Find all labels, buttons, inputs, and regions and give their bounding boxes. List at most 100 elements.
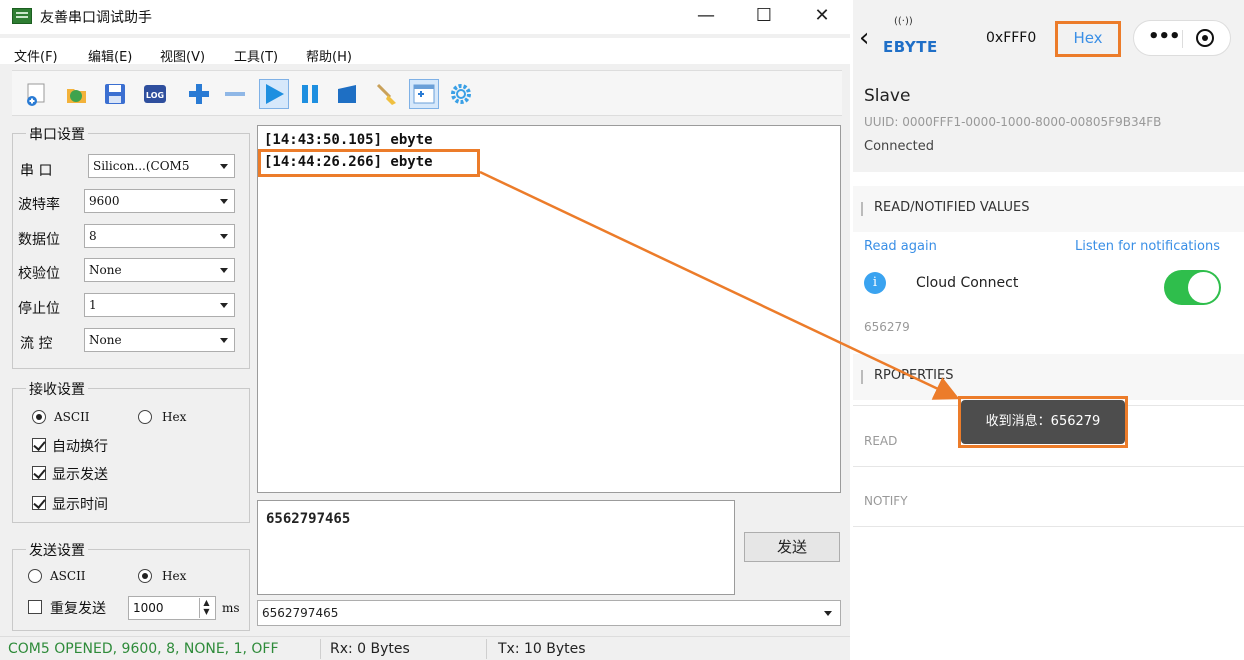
new-connection-icon[interactable] — [22, 79, 52, 109]
layout-icon[interactable] — [409, 79, 439, 109]
add-icon[interactable] — [184, 79, 214, 109]
cloud-connect-label: Cloud Connect — [916, 275, 1019, 291]
flow-label: 流 控 — [20, 336, 53, 352]
auto-wrap-checkbox[interactable] — [32, 438, 46, 452]
app-icon — [12, 8, 32, 24]
more-icon[interactable]: ••• — [1148, 26, 1181, 47]
pause-icon[interactable] — [295, 79, 325, 109]
divider — [853, 526, 1244, 527]
menu-tools[interactable]: 工具(T) — [234, 46, 278, 65]
receive-text-area[interactable]: [14:43:50.105] ebyte [14:44:26.266] ebyt… — [257, 125, 841, 493]
device-uuid: UUID: 0000FFF1-0000-1000-8000-00805F9B34… — [864, 115, 1162, 129]
port-value: Silicon...(COM5 — [93, 159, 190, 173]
rx-count: Rx: 0 Bytes — [330, 641, 410, 657]
tx-count: Tx: 10 Bytes — [498, 641, 586, 657]
screenshot-root: 友善串口调试助手 — ☐ ✕ 文件(F) 编辑(E) 视图(V) 工具(T) 帮… — [0, 0, 1244, 660]
chevron-down-icon — [220, 234, 228, 239]
device-name: Slave — [864, 86, 911, 106]
listen-notifications-link[interactable]: Listen for notifications — [1075, 239, 1220, 254]
log-icon-label: LOG — [146, 91, 164, 100]
settings-icon[interactable] — [446, 79, 476, 109]
read-property: READ — [864, 434, 898, 448]
chevron-down-icon — [824, 611, 832, 616]
status-divider — [320, 639, 321, 659]
notify-property: NOTIFY — [864, 494, 908, 508]
menu-help[interactable]: 帮助(H) — [306, 46, 352, 65]
play-icon[interactable] — [259, 79, 289, 109]
divider — [853, 466, 1244, 467]
brand-logo: EBYTE — [883, 38, 938, 56]
open-icon[interactable] — [62, 79, 92, 109]
device-status: Connected — [864, 139, 935, 154]
status-bar: COM5 OPENED, 9600, 8, NONE, 1, OFF Rx: 0… — [0, 636, 850, 660]
databits-label: 数据位 — [18, 232, 60, 248]
repeat-send-label: 重复发送 — [50, 601, 106, 617]
send-history-value: 6562797465 — [262, 606, 339, 620]
receive-line: [14:43:50.105] ebyte — [264, 132, 433, 148]
section-marker — [861, 202, 863, 216]
interval-value: 1000 — [133, 601, 164, 615]
remove-icon[interactable] — [220, 79, 250, 109]
baud-value: 9600 — [89, 194, 120, 208]
repeat-send-checkbox[interactable] — [28, 600, 42, 614]
receive-hex-radio[interactable] — [138, 410, 152, 424]
minimize-button[interactable]: — — [686, 4, 726, 30]
clear-icon[interactable] — [372, 79, 402, 109]
send-ascii-radio[interactable] — [28, 569, 42, 583]
send-settings-title: 发送设置 — [26, 540, 88, 560]
maximize-button[interactable]: ☐ — [744, 4, 784, 30]
received-line-highlight — [258, 149, 480, 177]
port-label: 串 口 — [20, 163, 53, 179]
service-uuid: 0xFFF0 — [986, 30, 1037, 46]
properties-title: RPOPERTIES — [874, 368, 954, 383]
signal-waves-icon: ((·)) — [894, 16, 913, 27]
connection-status: COM5 OPENED, 9600, 8, NONE, 1, OFF — [8, 641, 279, 657]
stopbits-select[interactable]: 1 — [84, 293, 235, 317]
flow-select[interactable]: None — [84, 328, 235, 352]
send-button[interactable]: 发送 — [744, 532, 840, 562]
properties-header: RPOPERTIES — [853, 354, 1244, 400]
receive-ascii-label: ASCII — [54, 410, 90, 424]
chevron-down-icon — [220, 338, 228, 343]
port-select[interactable]: Silicon...(COM5 — [88, 154, 235, 178]
show-time-checkbox[interactable] — [32, 496, 46, 510]
ble-app-panel: ‹ ((·)) EBYTE 0xFFF0 Hex ••• Slave UUID:… — [853, 0, 1244, 660]
capsule-divider — [1182, 30, 1183, 48]
baud-label: 波特率 — [18, 197, 60, 213]
stop-icon[interactable] — [332, 79, 362, 109]
read-notified-header: READ/NOTIFIED VALUES — [853, 186, 1244, 232]
send-ascii-label: ASCII — [50, 569, 86, 583]
menu-edit[interactable]: 编辑(E) — [88, 46, 132, 65]
send-text-area[interactable]: 6562797465 — [257, 500, 735, 595]
parity-select[interactable]: None — [84, 258, 235, 282]
databits-value: 8 — [89, 229, 97, 243]
send-history-select[interactable]: 6562797465 — [257, 600, 841, 626]
parity-label: 校验位 — [18, 266, 60, 282]
chevron-down-icon — [220, 268, 228, 273]
chevron-down-icon — [220, 303, 228, 308]
hex-button-highlight — [1055, 21, 1121, 57]
databits-select[interactable]: 8 — [84, 224, 235, 248]
characteristic-value: 656279 — [864, 320, 910, 334]
cloud-connect-toggle[interactable] — [1164, 270, 1221, 305]
read-again-link[interactable]: Read again — [864, 239, 937, 254]
log-icon[interactable]: LOG — [140, 79, 170, 109]
receive-hex-label: Hex — [162, 410, 187, 424]
menu-view[interactable]: 视图(V) — [160, 46, 205, 65]
back-arrow-icon[interactable]: ‹ — [859, 23, 869, 53]
interval-spinner[interactable]: ▲ ▼ — [199, 598, 213, 618]
show-send-label: 显示发送 — [52, 467, 108, 483]
receive-settings-group — [12, 388, 250, 523]
window-title: 友善串口调试助手 — [40, 10, 152, 26]
save-icon[interactable] — [100, 79, 130, 109]
menu-file[interactable]: 文件(F) — [14, 46, 58, 65]
info-icon: i — [864, 272, 886, 294]
send-hex-radio[interactable] — [138, 569, 152, 583]
baud-select[interactable]: 9600 — [84, 189, 235, 213]
chevron-down-icon — [220, 199, 228, 204]
record-icon[interactable] — [1196, 29, 1214, 47]
receive-ascii-radio[interactable] — [32, 410, 46, 424]
close-button[interactable]: ✕ — [802, 4, 842, 30]
show-send-checkbox[interactable] — [32, 466, 46, 480]
section-marker — [861, 370, 863, 384]
